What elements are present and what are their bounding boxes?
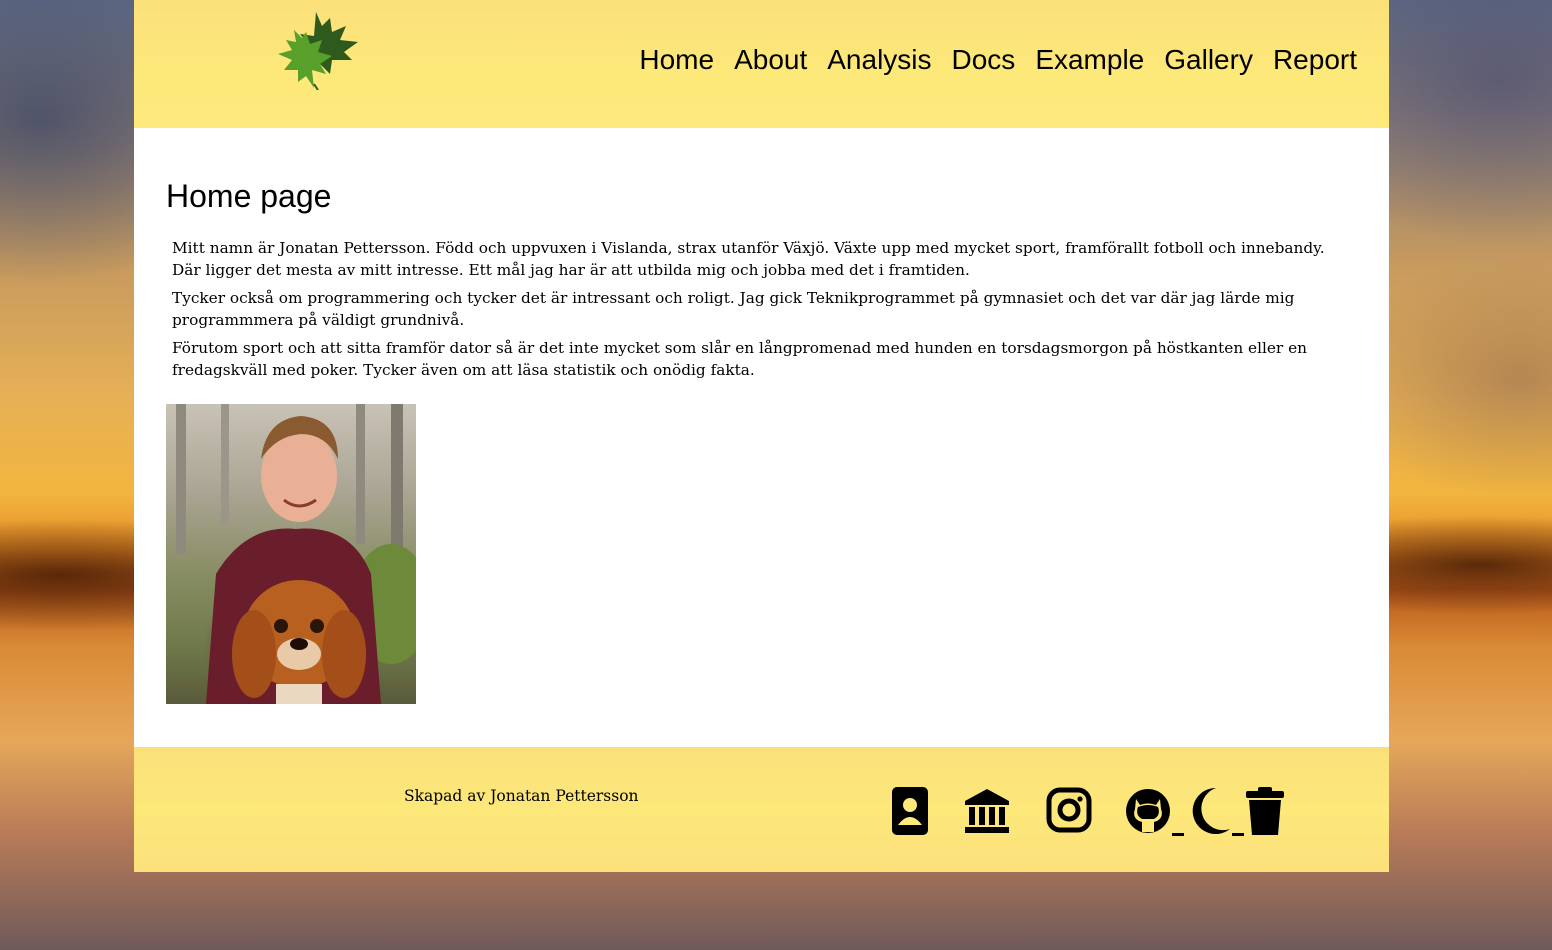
page-title: Home page bbox=[166, 178, 332, 214]
site-header: Home About Analysis Docs Example Gallery… bbox=[134, 0, 1389, 128]
github-link-underline bbox=[1172, 833, 1184, 836]
page-container: Home About Analysis Docs Example Gallery… bbox=[134, 0, 1389, 872]
maple-leaf-logo-icon bbox=[278, 12, 358, 91]
bank-icon[interactable] bbox=[962, 785, 1012, 837]
main-nav: Home About Analysis Docs Example Gallery… bbox=[639, 44, 1357, 76]
trash-icon[interactable] bbox=[1244, 785, 1286, 837]
nav-example[interactable]: Example bbox=[1035, 44, 1144, 76]
nav-analysis[interactable]: Analysis bbox=[827, 44, 931, 76]
site-footer: Skapad av Jonatan Pettersson bbox=[134, 747, 1389, 872]
moon-link-underline bbox=[1232, 833, 1244, 836]
nav-gallery[interactable]: Gallery bbox=[1164, 44, 1253, 76]
profile-photo bbox=[166, 404, 416, 704]
contact-card-icon[interactable] bbox=[890, 785, 930, 837]
github-icon[interactable] bbox=[1124, 785, 1174, 837]
instagram-icon[interactable] bbox=[1046, 785, 1092, 837]
main-content: Home page Mitt namn är Jonatan Pettersso… bbox=[134, 128, 1389, 747]
intro-paragraph: Mitt namn är Jonatan Pettersson. Född oc… bbox=[172, 239, 1325, 279]
nav-docs[interactable]: Docs bbox=[952, 44, 1016, 76]
moon-icon[interactable] bbox=[1186, 785, 1232, 837]
nav-report[interactable]: Report bbox=[1273, 44, 1357, 76]
site-logo[interactable] bbox=[274, 8, 366, 91]
footer-credit: Skapad av Jonatan Pettersson bbox=[404, 787, 639, 805]
programming-paragraph: Tycker också om programmering och tycker… bbox=[172, 289, 1295, 329]
nav-home[interactable]: Home bbox=[639, 44, 714, 76]
hobbies-paragraph: Förutom sport och att sitta framför dato… bbox=[172, 339, 1308, 379]
nav-about[interactable]: About bbox=[734, 44, 807, 76]
